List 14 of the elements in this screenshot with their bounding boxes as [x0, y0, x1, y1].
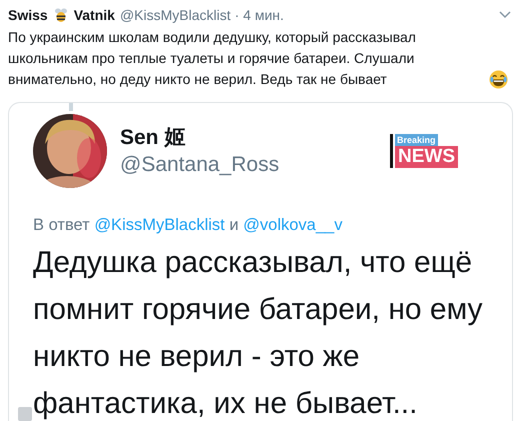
bee-icon — [52, 7, 69, 23]
quoted-text: Дедушка рассказывал, что ещё помнит горячие батареи, но ему никто не верил - это же фантастика, их не бывает... — [33, 245, 484, 421]
laughing-emoji-icon — [489, 70, 508, 89]
author-name[interactable]: Swiss — [8, 7, 48, 23]
attached-image[interactable]: Sen 姬 @Santana_Ross Breaking NEWS В ответ @KissMyBlacklist и @volkova__v Дедушка рассказывал, что ещё помнит горячие батареи, но ему никто не верил - это же фантастика, их не бывает... — [8, 102, 513, 421]
chevron-down-icon[interactable] — [499, 11, 511, 19]
author-name[interactable]: Vatnik — [74, 7, 115, 23]
author-handle: @Santana_Ross — [120, 152, 280, 178]
author-name: Sen 姬 — [120, 124, 186, 150]
tweet-text: По украинским школам водили дедушку, который рассказывал школьникам про теплые туалеты и горячие батареи. Слушали внимательно, но деду никто не верил. Ведь так не бывает — [8, 28, 417, 89]
tweet-time[interactable]: · 4 мин. — [234, 7, 284, 23]
breaking-news-logo: Breaking NEWS — [390, 134, 458, 168]
author-handle[interactable]: @KissMyBlacklist — [120, 7, 231, 23]
reply-to-line: В ответ @KissMyBlacklist и @volkova__v — [33, 216, 344, 235]
